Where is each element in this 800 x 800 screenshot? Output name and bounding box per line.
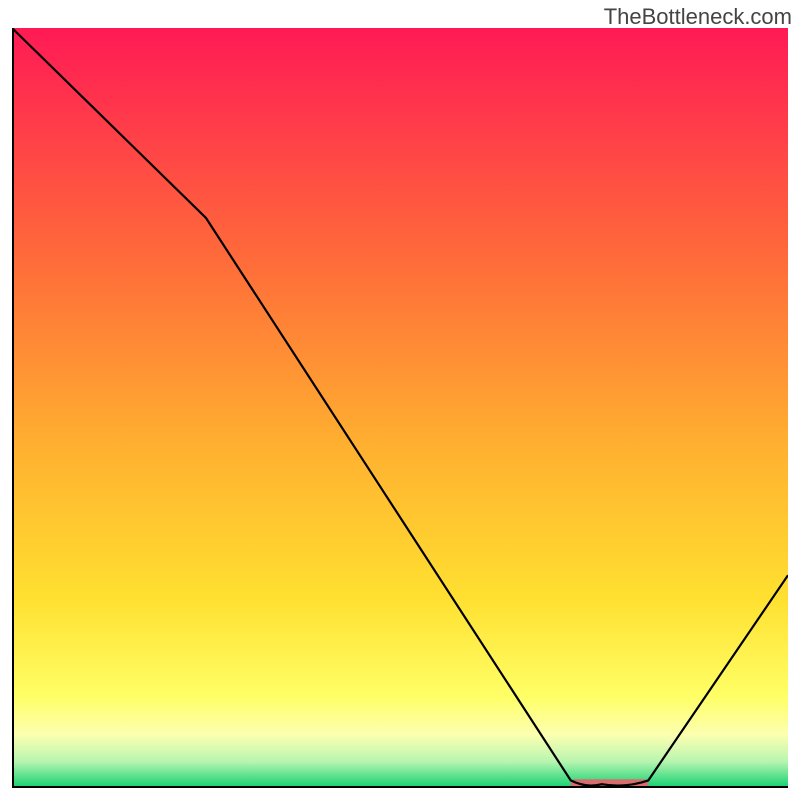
chart-svg bbox=[12, 28, 788, 788]
chart-area bbox=[12, 28, 788, 788]
watermark-text: TheBottleneck.com bbox=[604, 4, 792, 30]
